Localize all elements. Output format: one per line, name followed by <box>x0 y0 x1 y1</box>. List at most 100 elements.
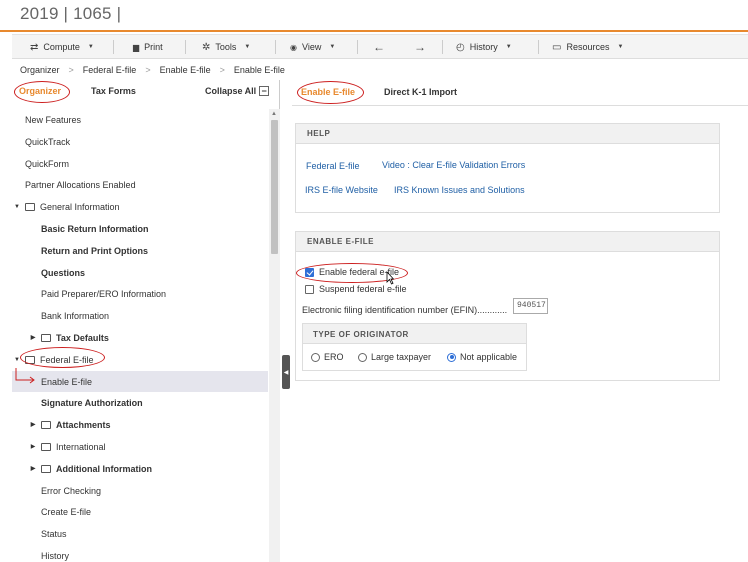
breadcrumb-current: Enable E-file <box>233 65 285 75</box>
history-button[interactable]: ◴ History ▼ <box>456 35 512 59</box>
expand-right-icon[interactable]: ▶ <box>29 443 37 450</box>
irs-efile-website-link[interactable]: IRS E-file Website <box>305 185 378 195</box>
tree-item[interactable]: Basic Return Information <box>12 218 268 239</box>
tree-item-label: New Features <box>25 114 82 125</box>
toolbar-divider <box>275 40 276 54</box>
collapse-all-button[interactable]: Collapse All − <box>205 86 270 96</box>
resources-button[interactable]: ▭ Resources ▼ <box>552 35 623 59</box>
tree-item-label: Federal E-file <box>40 354 94 365</box>
printer-icon: ▆ <box>133 42 140 52</box>
tab-direct-k1-import[interactable]: Direct K-1 Import <box>384 87 457 97</box>
tree-item[interactable]: Create E-file <box>12 501 268 522</box>
tree-item[interactable]: ▶ Attachments <box>12 414 268 435</box>
suspend-federal-efile-label: Suspend federal e-file <box>319 284 407 294</box>
view-button[interactable]: ◉ View ▼ <box>290 35 335 59</box>
breadcrumb: Organizer > Federal E-file > Enable E-fi… <box>20 63 285 77</box>
chevron-right-icon: > <box>68 65 74 75</box>
back-arrow-icon: ← <box>373 40 385 54</box>
gear-icon: ✲ <box>202 41 211 53</box>
folder-icon <box>41 420 51 429</box>
tree-item[interactable]: ▶ International <box>12 436 268 457</box>
tree-item[interactable]: Error Checking <box>12 480 268 501</box>
tree-item[interactable]: Status <box>12 523 268 544</box>
forward-button[interactable]: → <box>414 35 426 59</box>
expand-down-icon[interactable]: ▼ <box>13 204 21 210</box>
radio-on-icon <box>447 352 456 362</box>
tree-item-label: Bank Information <box>41 310 110 321</box>
tree-item[interactable]: Enable E-file <box>12 371 268 392</box>
folder-icon <box>41 442 51 451</box>
efin-input[interactable]: 940517 <box>513 298 548 314</box>
tab-enable-efile[interactable]: Enable E-file <box>301 87 355 97</box>
breadcrumb-item[interactable]: Federal E-file <box>83 65 137 75</box>
title-bar: 2019 | 1065 | <box>0 0 748 32</box>
organizer-tree: New Features QuickTrack QuickForm Partner A… <box>12 109 268 562</box>
federal-efile-link[interactable]: Federal E-file <box>306 161 360 171</box>
irs-known-issues-link[interactable]: IRS Known Issues and Solutions <box>394 185 525 195</box>
eye-icon: ◉ <box>290 42 297 52</box>
tree-item[interactable]: QuickTrack <box>12 131 268 152</box>
radio-off-icon <box>358 352 367 362</box>
radio-ero[interactable]: ERO <box>311 352 344 362</box>
tree-item-label: Partner Allocations Enabled <box>25 179 136 190</box>
chevron-right-icon: > <box>145 65 151 75</box>
organizer-panel: Organizer Tax Forms Collapse All − New F… <box>12 80 280 562</box>
tree-item[interactable]: Questions <box>12 262 268 283</box>
expand-right-icon[interactable]: ▶ <box>29 334 37 341</box>
print-button[interactable]: ▆ Print <box>133 35 163 59</box>
tree-item[interactable]: ▶ Tax Defaults <box>12 327 268 348</box>
checkbox-unchecked-icon <box>305 284 314 294</box>
radio-not-applicable[interactable]: Not applicable <box>447 352 517 362</box>
tree-item[interactable]: ▼ General Information <box>12 196 268 217</box>
tools-button[interactable]: ✲ Tools ▼ <box>202 35 250 59</box>
efin-label: Electronic filing identification number … <box>302 305 508 315</box>
tab-tax-forms[interactable]: Tax Forms <box>91 86 136 96</box>
originator-heading: TYPE OF ORIGINATOR <box>303 324 526 344</box>
tree-item-label: Return and Print Options <box>41 245 148 256</box>
compute-arrows-icon: ⇄ <box>30 41 39 53</box>
expand-right-icon[interactable]: ▶ <box>29 465 37 472</box>
tree-item[interactable]: History <box>12 545 268 562</box>
compute-label: Compute <box>43 42 80 52</box>
scrollbar-thumb[interactable] <box>271 120 278 254</box>
enable-federal-efile-checkbox[interactable]: Enable federal e-file <box>305 267 399 277</box>
tree-item-label: General Information <box>40 201 120 212</box>
tree-item-label: Attachments <box>56 419 111 430</box>
compute-button[interactable]: ⇄ Compute ▼ <box>30 35 94 59</box>
chevron-down-icon: ▼ <box>244 44 251 50</box>
tab-organizer[interactable]: Organizer <box>19 86 61 96</box>
expand-down-icon[interactable]: ▼ <box>13 357 21 363</box>
tree-item[interactable]: New Features <box>12 109 268 130</box>
tree-item[interactable]: Partner Allocations Enabled <box>12 174 268 195</box>
tree-item-label: Paid Preparer/ERO Information <box>41 288 167 299</box>
tree-item[interactable]: Return and Print Options <box>12 240 268 261</box>
tree-item[interactable]: Bank Information <box>12 305 268 326</box>
history-label: History <box>469 42 498 52</box>
panel-collapse-handle[interactable]: ◀ <box>282 355 290 389</box>
radio-large-taxpayer[interactable]: Large taxpayer <box>358 352 431 362</box>
breadcrumb-item[interactable]: Organizer <box>20 65 60 75</box>
tree-item[interactable]: Paid Preparer/ERO Information <box>12 283 268 304</box>
tree-item[interactable]: ▶ Additional Information <box>12 458 268 479</box>
print-label: Print <box>144 42 163 52</box>
tree-item-label: Tax Defaults <box>56 332 109 343</box>
tools-label: Tools <box>215 42 237 52</box>
radio-not-applicable-label: Not applicable <box>460 352 518 362</box>
tree-item[interactable]: Signature Authorization <box>12 392 268 413</box>
tree-item[interactable]: QuickForm <box>12 153 268 174</box>
breadcrumb-item[interactable]: Enable E-file <box>160 65 211 75</box>
history-clock-icon: ◴ <box>456 41 465 53</box>
tree-item-label: Signature Authorization <box>41 397 143 408</box>
suspend-federal-efile-checkbox[interactable]: Suspend federal e-file <box>305 284 407 294</box>
scroll-up-icon[interactable]: ▲ <box>271 111 277 117</box>
video-clear-errors-link[interactable]: Video : Clear E-file Validation Errors <box>382 160 525 170</box>
chevron-right-icon: > <box>219 65 225 75</box>
checkbox-checked-icon <box>305 267 314 277</box>
tree-item[interactable]: ▼ Federal E-file <box>12 349 268 370</box>
tree-item-label: Enable E-file <box>41 376 93 387</box>
tree-item-label: Error Checking <box>41 485 102 496</box>
tree-item-label: Questions <box>41 267 86 278</box>
back-button[interactable]: ← <box>373 35 385 59</box>
expand-right-icon[interactable]: ▶ <box>29 421 37 428</box>
toolbar-divider <box>538 40 539 54</box>
